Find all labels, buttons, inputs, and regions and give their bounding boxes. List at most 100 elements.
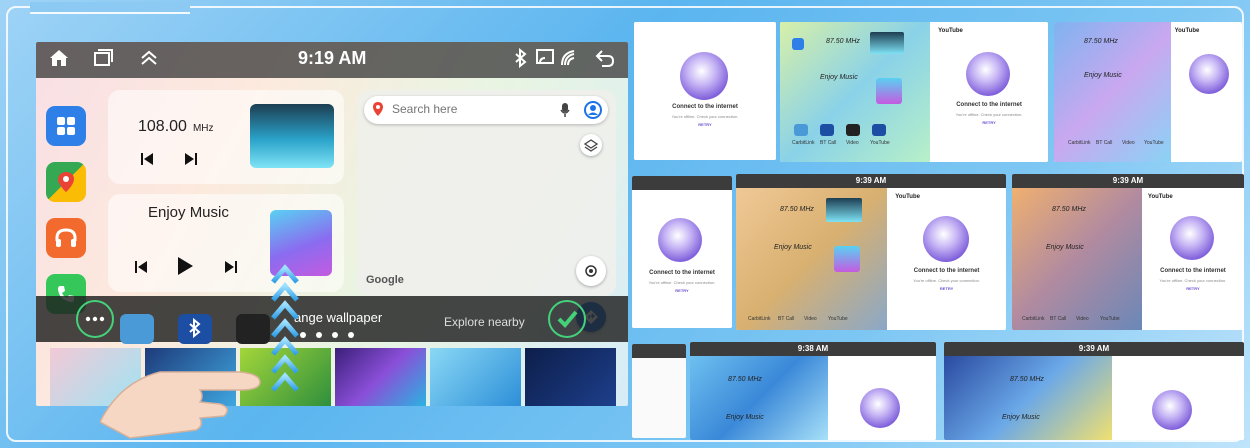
music-title: Enjoy Music	[820, 74, 858, 81]
recent-apps-icon[interactable]	[90, 48, 116, 72]
offline-text: You're offline. Check your connection.	[913, 278, 980, 283]
map-pin-icon	[372, 101, 384, 122]
offline-illustration	[658, 218, 702, 262]
offline-panel: YouTube Connect to the internet You're o…	[930, 22, 1048, 162]
microphone-icon[interactable]	[560, 102, 570, 123]
next-track-icon[interactable]	[224, 260, 238, 277]
music-title: Enjoy Music	[1002, 414, 1040, 421]
thumb-status-bar	[632, 176, 732, 190]
play-icon[interactable]	[176, 256, 194, 279]
google-logo: Google	[366, 274, 404, 286]
offline-panel: Connect to the internet You're offline. …	[632, 190, 732, 328]
offline-illustration	[966, 52, 1011, 96]
my-location-icon[interactable]	[576, 256, 606, 286]
explore-nearby-label[interactable]: Explore nearby	[444, 315, 525, 329]
offline-text: You're offline. Check your connection.	[671, 114, 739, 119]
app-label: YouTube	[828, 316, 848, 322]
music-artwork	[876, 78, 902, 104]
page-indicator	[300, 332, 354, 338]
music-title: Enjoy Music	[726, 414, 764, 421]
home-panel: 87.50 MHz Enjoy Music CarbitLink BT Call…	[1012, 188, 1142, 330]
previous-track-icon[interactable]	[134, 260, 148, 277]
offline-panel: YouTube	[1170, 22, 1242, 162]
status-bar: 9:19 AM	[36, 42, 628, 78]
screenshot-thumbnail: 87.50 MHz Enjoy Music CarbitLink BT Call…	[1054, 22, 1242, 162]
screenshot-thumbnail: Connect to the internet You're offline. …	[632, 176, 732, 328]
youtube-header: YouTube	[895, 194, 920, 200]
app-label: BT Call	[778, 316, 795, 322]
connect-text: Connect to the internet	[956, 102, 1022, 108]
radio-frequency: 87.50 MHz	[728, 376, 762, 383]
home-icon[interactable]	[46, 48, 72, 72]
radio-frequency: 87.50 MHz	[1084, 38, 1118, 45]
radio-frequency: 87.50 MHz	[826, 38, 860, 45]
offline-panel: YouTube Connect to the internet You're o…	[1141, 188, 1244, 330]
home-panel: 87.50 MHz Enjoy Music CarbitLink BT Call…	[1054, 22, 1171, 162]
youtube-app-icon	[872, 124, 886, 136]
offline-text: You're offline. Check your connection.	[955, 112, 1023, 117]
bt-call-shortcut-icon[interactable]	[178, 314, 212, 344]
screenshot-thumbnail: Connect to the internet You're offline. …	[634, 22, 776, 160]
offline-illustration	[1188, 54, 1229, 94]
wallpaper-option[interactable]	[430, 348, 521, 406]
thumb-status-bar: 9:39 AM	[736, 174, 1006, 188]
offline-panel	[1112, 356, 1244, 440]
offline-illustration	[1152, 390, 1192, 430]
video-shortcut-icon[interactable]	[236, 314, 270, 344]
screenshot-thumbnail: 87.50 MHz Enjoy Music CarbitLink BT Call…	[780, 22, 1048, 162]
screenshot-thumbnail: 9:39 AM 87.50 MHz Enjoy Music CarbitLink…	[736, 174, 1006, 330]
phone-link-icon	[556, 48, 582, 72]
screenshot-thumbnail: 9:39 AM 87.50 MHz Enjoy Music	[944, 342, 1244, 440]
app-label: YouTube	[1144, 140, 1164, 146]
map-search-bar[interactable]	[364, 96, 608, 124]
page-dot	[300, 332, 306, 338]
map-widget[interactable]: Google	[358, 90, 616, 332]
offline-illustration	[680, 52, 728, 100]
screenshot-thumbnail: 9:38 AM 87.50 MHz Enjoy Music	[690, 342, 936, 440]
pointing-hand-illustration	[99, 342, 280, 447]
connect-text: Connect to the internet	[649, 270, 715, 276]
page-dot	[332, 332, 338, 338]
music-title: Enjoy Music	[1084, 72, 1122, 79]
app-label: YouTube	[1100, 316, 1120, 322]
app-label: YouTube	[870, 140, 890, 146]
retry-link[interactable]: RETRY	[887, 286, 1006, 291]
confirm-check-button[interactable]	[548, 300, 586, 338]
radio-widget[interactable]: 108.00 MHz	[108, 90, 344, 184]
radio-artwork	[250, 104, 334, 168]
music-title: Enjoy Music	[148, 204, 229, 221]
bt-call-icon	[820, 124, 834, 136]
app-grid-icon[interactable]	[46, 106, 86, 146]
retry-link[interactable]: RETRY	[634, 122, 776, 127]
retry-link[interactable]: RETRY	[930, 120, 1048, 125]
page-dot	[348, 332, 354, 338]
app-label: CarbitLink	[792, 140, 815, 146]
maps-app-icon[interactable]	[46, 162, 86, 202]
thumb-status-bar	[632, 344, 686, 358]
previous-station-icon[interactable]	[140, 152, 154, 169]
offline-illustration	[859, 388, 900, 428]
map-search-input[interactable]	[392, 102, 542, 116]
app-label: Video	[804, 316, 817, 322]
app-label: CarbitLink	[1068, 140, 1091, 146]
chevron-up-icon[interactable]	[136, 48, 162, 72]
app-grid-icon	[792, 38, 804, 50]
account-icon[interactable]	[584, 101, 602, 124]
layers-icon[interactable]	[580, 134, 602, 156]
more-options-button[interactable]	[76, 300, 114, 338]
screenshot-thumbnail	[632, 344, 686, 438]
change-wallpaper-label[interactable]: ange wallpaper	[294, 310, 382, 325]
offline-panel: Connect to the internet You're offline. …	[634, 22, 776, 160]
headphones-app-icon[interactable]	[46, 218, 86, 258]
wallpaper-option[interactable]	[525, 348, 616, 406]
retry-link[interactable]: RETRY	[632, 288, 732, 293]
radio-frequency: 87.50 MHz	[1052, 206, 1086, 213]
back-icon[interactable]	[592, 48, 618, 72]
radio-frequency: 108.00 MHz	[138, 118, 214, 135]
carbitlink-shortcut-icon[interactable]	[120, 314, 154, 344]
app-label: BT Call	[820, 140, 837, 146]
wallpaper-option[interactable]	[335, 348, 426, 406]
video-icon	[846, 124, 860, 136]
retry-link[interactable]: RETRY	[1142, 286, 1244, 291]
next-station-icon[interactable]	[184, 152, 198, 169]
